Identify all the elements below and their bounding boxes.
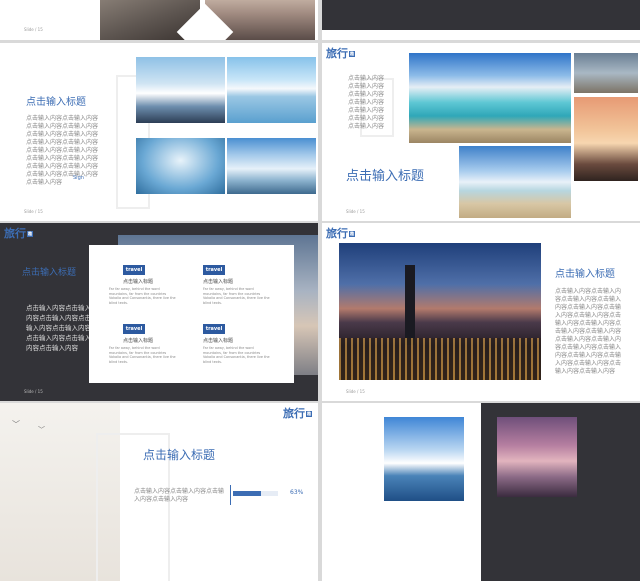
card-title: 点击输入标题: [123, 279, 154, 285]
slide-thumbnail-3[interactable]: 点击输入标题 点击输入内容点击输入内容点击输入内容点击输入内容点击输入内容点击输…: [0, 43, 318, 221]
photo-snowy-mountains: [136, 57, 225, 123]
slide-number: Slide / 15: [346, 209, 365, 214]
travel-logo: 旅行趣: [326, 47, 355, 60]
slide-title: 点击输入标题: [143, 448, 216, 462]
photo-people-on-shore: [574, 53, 638, 93]
photo-dusk-coast: [497, 417, 577, 497]
travel-logo: 旅行趣: [326, 227, 355, 240]
bird-icon: ﹀: [38, 426, 45, 434]
slide-thumbnail-4[interactable]: 旅行趣 点击输入内容 点击输入内容 点击输入内容 点击输入内容 点击输入内容 点…: [322, 43, 640, 221]
slide-thumbnail-6[interactable]: 旅行趣 点击输入标题 点击输入内容点击输入内容点击输入内容点击输入内容点击输入内…: [322, 223, 640, 401]
photo-sydney-opera-house: [384, 417, 464, 501]
body-line: 点击输入内容: [348, 99, 385, 106]
progress-fill: [233, 491, 262, 496]
content-card: travel 点击输入标题 Far far away, behind the w…: [89, 245, 294, 383]
slide-title: 点击输入标题: [346, 169, 425, 184]
slide-body-text: 点击输入内容点击输入内容点击输入内容点击输入内容点击输入内容点击输入内容点击输入…: [26, 115, 99, 186]
photo-cloud-sky: [136, 138, 225, 194]
card-logo: travel: [203, 265, 225, 275]
card-title: 点击输入标题: [123, 338, 154, 344]
card-title: 点击输入标题: [203, 338, 234, 344]
slide-number: Slide / 15: [24, 27, 43, 32]
slide-thumbnail-7[interactable]: ﹀ ﹀ 旅行趣 点击输入标题 点击输入内容点击输入内容点击输入内容点击输入内容 …: [0, 403, 318, 581]
body-line: 点击输入内容: [348, 75, 385, 82]
photo-family-beach: [459, 146, 571, 218]
progress-track: [233, 491, 278, 496]
photo-mountain-pier: [227, 57, 316, 123]
slide-body-text: 点击输入内容点击输入内容点击输入内容点击输入内容: [134, 488, 225, 503]
slide-thumbnail-1[interactable]: Slide / 15: [0, 0, 318, 40]
slide-title: 点击输入标题: [555, 269, 615, 280]
slide-body-text: 点击输入内容点击输入内容点击输入内容点击输入内容点击输入内容点击输入内容点击输入…: [555, 288, 622, 375]
slide-body-lines: 点击输入内容 点击输入内容 点击输入内容 点击输入内容 点击输入内容 点击输入内…: [348, 75, 384, 131]
slide-title: 点击输入标题: [22, 268, 77, 278]
body-line: 点击输入内容: [348, 107, 385, 114]
progress-label: 63%: [290, 489, 304, 496]
body-line: 点击输入内容: [348, 83, 385, 90]
travel-logo: 旅行趣: [283, 407, 312, 420]
slide-number: Slide / 15: [24, 209, 43, 214]
sign-label: Sign: [73, 175, 84, 181]
photo-glacier: [227, 138, 316, 194]
bird-icon: ﹀: [12, 420, 20, 429]
card-logo: travel: [203, 324, 225, 334]
slide-thumbnail-8[interactable]: [322, 403, 640, 581]
slide-thumbnail-2[interactable]: [322, 0, 640, 40]
body-line: 点击输入内容: [348, 123, 385, 130]
card-text: Far far away, behind the word mountains,…: [203, 346, 270, 364]
city-lights: [339, 338, 541, 380]
slide-number: Slide / 15: [24, 389, 43, 394]
slide-thumbnail-5[interactable]: 旅行趣 点击输入标题 点击输入内容点击输入内容点击输入内容点击输入内容点击输入内…: [0, 223, 318, 401]
progress-axis: [230, 485, 231, 505]
photo-night-city-skyline: [339, 243, 541, 380]
slide-number: Slide / 15: [346, 389, 365, 394]
card-logo: travel: [123, 265, 145, 275]
card-text: Far far away, behind the word mountains,…: [203, 287, 270, 305]
slide-title: 点击输入标题: [26, 97, 86, 108]
photo-sunset-pier: [574, 97, 638, 181]
card-logo: travel: [123, 324, 145, 334]
slide-footer-bar: [322, 30, 640, 40]
travel-logo: 旅行趣: [4, 227, 33, 240]
card-title: 点击输入标题: [203, 279, 234, 285]
tower-silhouette: [405, 265, 415, 345]
body-line: 点击输入内容: [348, 91, 385, 98]
card-text: Far far away, behind the word mountains,…: [109, 346, 176, 364]
slide-body-text: 点击输入内容点击输入内容点击输入内容点击输入内容点击输入内容点击输入内容点击输入…: [26, 304, 91, 352]
card-text: Far far away, behind the word mountains,…: [109, 287, 176, 305]
photo-beach-pier: [409, 53, 571, 143]
body-line: 点击输入内容: [348, 115, 385, 122]
